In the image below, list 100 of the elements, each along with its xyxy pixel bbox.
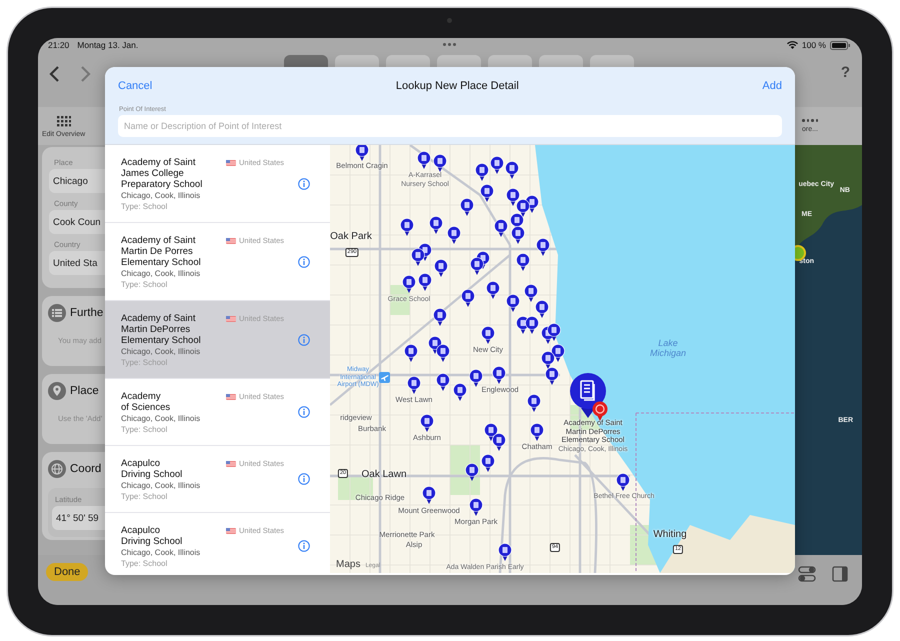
result-type: Type: School xyxy=(121,558,168,569)
status-date: Montag 13. Jan. xyxy=(77,40,138,50)
map-pin-icon[interactable] xyxy=(447,226,461,244)
result-title: Acapulco Driving School xyxy=(121,458,184,480)
map-pin-icon[interactable] xyxy=(402,275,416,293)
map-pin-icon[interactable] xyxy=(404,344,418,362)
info-icon[interactable] xyxy=(298,178,310,190)
list-icon xyxy=(48,304,66,322)
location-pin-icon[interactable] xyxy=(592,401,608,421)
map-pin-icon[interactable] xyxy=(420,414,434,432)
map-pin-icon[interactable] xyxy=(486,281,500,299)
info-icon[interactable] xyxy=(298,540,310,552)
done-button[interactable]: Done xyxy=(46,563,88,581)
map-pin-icon[interactable] xyxy=(541,351,555,369)
map-pin-icon[interactable] xyxy=(411,248,425,266)
map-pin-icon[interactable] xyxy=(524,284,538,302)
map-pin-icon[interactable] xyxy=(475,163,489,181)
battery-icon xyxy=(830,40,850,50)
map-pin-icon[interactable] xyxy=(498,543,512,561)
help-button[interactable]: ? xyxy=(840,64,850,81)
map-pin-icon[interactable] xyxy=(492,433,506,451)
result-location: Chicago, Cook, Illinois xyxy=(121,346,202,357)
sidebar-icon[interactable] xyxy=(832,566,848,582)
section-title: Coord xyxy=(70,463,102,475)
result-title: Academy of Saint James College Preparatory School xyxy=(121,157,204,190)
map-pin-icon[interactable] xyxy=(547,323,561,341)
map-pin-icon[interactable] xyxy=(511,226,525,244)
result-location: Chicago, Cook, Illinois xyxy=(121,413,202,424)
camera-icon xyxy=(447,18,452,23)
map-pin-icon[interactable] xyxy=(417,151,431,169)
info-icon[interactable] xyxy=(298,256,310,268)
info-icon[interactable] xyxy=(298,473,310,485)
map-pin-icon[interactable] xyxy=(400,218,414,236)
map-pin-icon[interactable] xyxy=(355,145,369,161)
map-pin-icon[interactable] xyxy=(530,423,544,441)
map-pin-icon[interactable] xyxy=(480,184,494,202)
battery-percent: 100 % xyxy=(802,40,826,50)
more-dots-icon[interactable] xyxy=(802,119,818,122)
map-pin-icon[interactable] xyxy=(494,219,508,237)
multitask-dots-icon[interactable] xyxy=(443,43,456,46)
map-pin-icon[interactable] xyxy=(453,383,467,401)
map-pin-icon[interactable] xyxy=(536,238,550,256)
map-pin-icon[interactable] xyxy=(490,156,504,174)
map-pin-icon[interactable] xyxy=(460,198,474,216)
map-pin-icon[interactable] xyxy=(433,154,447,172)
section-title: Furthe xyxy=(70,307,104,319)
flag-icon xyxy=(226,238,236,244)
search-field[interactable]: Name or Description of Point of Interest xyxy=(118,115,782,137)
map-pin-icon[interactable] xyxy=(422,486,436,504)
result-location: Chicago, Cook, Illinois xyxy=(121,190,202,201)
grid-icon[interactable] xyxy=(56,116,71,127)
map-pin-icon[interactable] xyxy=(436,344,450,362)
toggles-icon[interactable] xyxy=(798,566,816,582)
flag-icon xyxy=(226,460,236,466)
map-pin-icon[interactable] xyxy=(433,308,447,326)
globe-icon xyxy=(48,460,66,478)
map-pin-icon[interactable] xyxy=(506,294,520,312)
map-pin-icon[interactable] xyxy=(434,259,448,277)
info-icon[interactable] xyxy=(298,406,310,418)
result-type: Type: School xyxy=(121,279,168,290)
map-pin-icon[interactable] xyxy=(481,326,495,344)
map-pin-icon[interactable] xyxy=(407,376,421,394)
map-pin-icon[interactable] xyxy=(418,273,432,291)
map-pin-icon[interactable] xyxy=(616,473,630,491)
map-pin-icon[interactable] xyxy=(535,300,549,318)
section-title: Place xyxy=(70,385,99,397)
map-pin-icon[interactable] xyxy=(492,366,506,384)
status-time: 21:20 xyxy=(48,40,70,50)
flag-icon xyxy=(226,394,236,400)
map-pin-icon[interactable] xyxy=(429,216,443,234)
result-type: Type: School xyxy=(121,201,168,212)
map-pin-icon[interactable] xyxy=(505,161,519,179)
info-icon[interactable] xyxy=(298,334,310,346)
sheet-title: Lookup New Place Detail xyxy=(396,80,519,92)
map-pin-icon[interactable] xyxy=(506,188,520,206)
map-pin-icon[interactable] xyxy=(436,373,450,391)
back-icon[interactable] xyxy=(48,65,60,83)
map-pin-icon[interactable] xyxy=(469,369,483,387)
map-pin-icon[interactable] xyxy=(470,257,484,275)
map-pin-icon[interactable] xyxy=(525,316,539,334)
wifi-icon xyxy=(786,41,798,49)
map-pin-icon[interactable] xyxy=(516,253,530,271)
result-title: Academy of Saint Martin DePorres Elementary School xyxy=(121,313,202,346)
result-type: Type: School xyxy=(121,357,168,368)
map-pin-icon[interactable] xyxy=(461,289,475,307)
result-location: Chicago, Cook, Illinois xyxy=(121,268,202,279)
map-pin-icon[interactable] xyxy=(469,498,483,516)
flag-icon xyxy=(226,528,236,534)
result-title: Academy of Sciences xyxy=(121,391,172,413)
flag-icon xyxy=(226,160,236,166)
airport-icon xyxy=(379,372,390,383)
map-pin-icon[interactable] xyxy=(465,463,479,481)
map-label: Whiting xyxy=(653,529,687,540)
map-label: Lake Michigan xyxy=(650,338,686,358)
result-type: Type: School xyxy=(121,491,168,502)
map-pin-icon[interactable] xyxy=(527,394,541,412)
map-pin-icon[interactable] xyxy=(545,367,559,385)
map-pin-icon[interactable] xyxy=(481,454,495,472)
pin-icon xyxy=(48,382,66,400)
result-title: Academy of Saint Martin De Porres Elementary School xyxy=(121,235,202,268)
